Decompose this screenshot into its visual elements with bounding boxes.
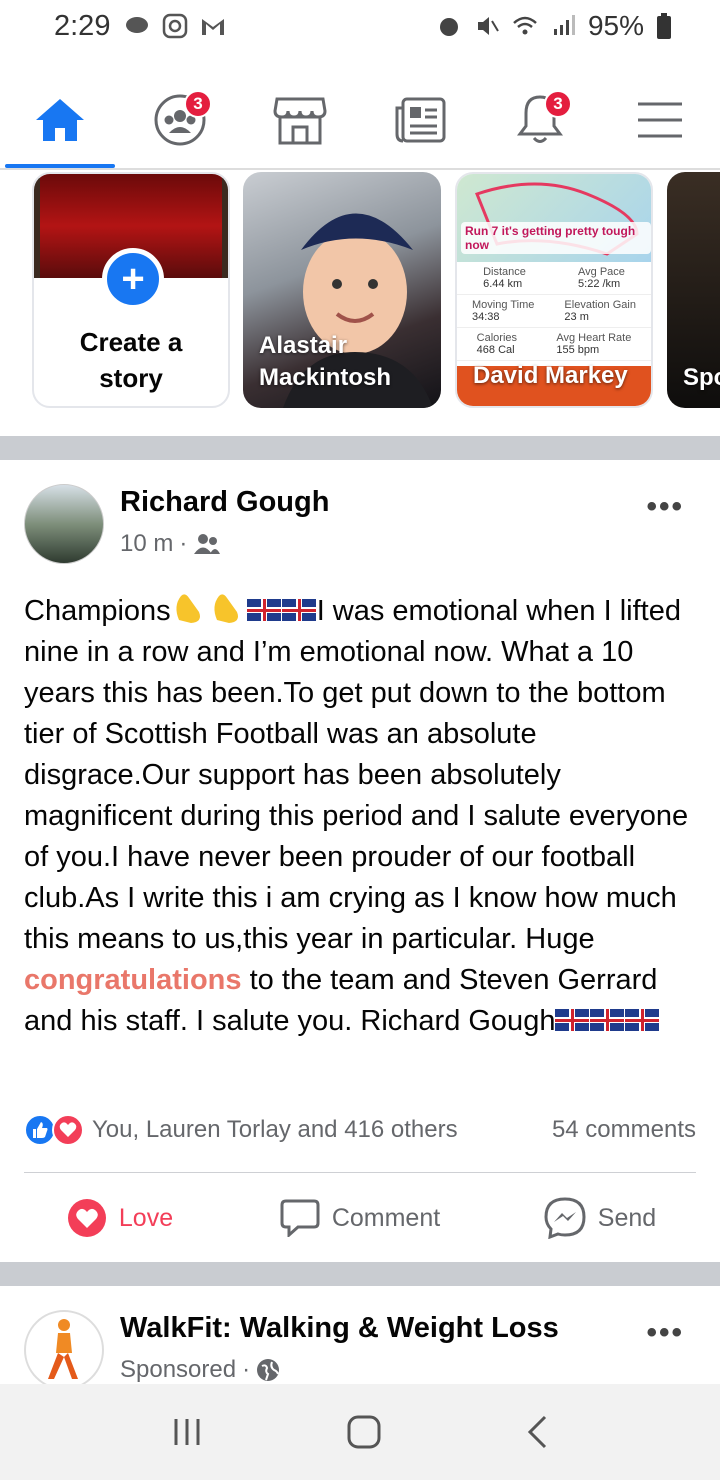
comments-count[interactable]: 54 comments bbox=[552, 1116, 696, 1144]
top-navigation: 3 3 bbox=[0, 70, 720, 170]
uk-flag-icon bbox=[590, 1009, 625, 1031]
story-run-map: Run 7 it's getting pretty tough now bbox=[457, 174, 651, 262]
story-card[interactable]: Spo bbox=[667, 172, 720, 408]
battery-icon bbox=[657, 13, 671, 39]
post-text: Champions I was emotional when I lifted n… bbox=[0, 568, 720, 1042]
alarm-icon bbox=[439, 18, 458, 36]
comment-button[interactable]: Comment bbox=[240, 1192, 480, 1244]
groups-badge: 3 bbox=[184, 90, 212, 118]
author-avatar[interactable] bbox=[24, 484, 104, 564]
instagram-icon bbox=[163, 13, 188, 39]
signal-icon bbox=[553, 15, 575, 35]
reactions-text: You, Lauren Torlay and 416 others bbox=[92, 1116, 458, 1143]
tab-notifications[interactable]: 3 bbox=[500, 90, 580, 150]
home-icon bbox=[36, 99, 84, 141]
sponsored-meta: Sponsored · bbox=[120, 1356, 280, 1384]
comment-bubble-icon bbox=[280, 1199, 320, 1237]
reaction-icons bbox=[24, 1114, 84, 1146]
love-button[interactable]: Love bbox=[0, 1192, 240, 1244]
send-button[interactable]: Send bbox=[480, 1192, 720, 1244]
story-caption: Run 7 it's getting pretty tough now bbox=[461, 222, 651, 254]
globe-icon bbox=[257, 1359, 280, 1381]
run-stats-row: Calories 468 Cal Avg Heart Rate 155 bpm bbox=[457, 328, 651, 361]
post-options-button[interactable]: ••• bbox=[646, 490, 684, 524]
advertiser-name[interactable]: WalkFit: Walking & Weight Loss bbox=[120, 1312, 559, 1345]
post-actions: Love Comment Send bbox=[0, 1192, 720, 1244]
clapping-hands-icon bbox=[176, 594, 200, 623]
story-card[interactable]: Run 7 it's getting pretty tough now Dist… bbox=[455, 172, 653, 408]
tab-news[interactable] bbox=[380, 90, 460, 150]
post-author[interactable]: Richard Gough bbox=[120, 486, 329, 519]
news-icon bbox=[395, 97, 446, 143]
uk-flag-icon bbox=[625, 1009, 660, 1031]
clapping-hands-icon bbox=[214, 594, 238, 623]
walking-woman-icon bbox=[48, 1319, 78, 1379]
tab-groups[interactable]: 3 bbox=[140, 90, 220, 150]
love-reaction-icon bbox=[52, 1114, 84, 1146]
chat-bubble-icon bbox=[126, 17, 149, 33]
marketplace-icon bbox=[273, 97, 327, 145]
mute-icon bbox=[477, 17, 499, 35]
uk-flag-icon bbox=[281, 599, 316, 621]
stories-tray: + Create a story Alastair Mackintosh Run… bbox=[0, 172, 720, 434]
create-story-card[interactable]: + Create a story bbox=[32, 172, 230, 408]
status-time: 2:29 bbox=[54, 9, 111, 42]
gmail-icon bbox=[202, 19, 225, 35]
create-story-label: Create a story bbox=[79, 327, 183, 393]
status-notification-icons bbox=[124, 13, 226, 39]
meta-dot: · bbox=[242, 1356, 251, 1383]
run-stats-row: Distance 6.44 km Avg Pace 5:22 /km bbox=[457, 262, 651, 295]
tab-home[interactable] bbox=[5, 90, 115, 168]
tab-menu[interactable] bbox=[620, 90, 700, 150]
feed-post: Richard Gough 10 m · ••• Champions I was … bbox=[0, 460, 720, 1239]
system-navigation-bar bbox=[0, 1384, 720, 1480]
back-icon[interactable] bbox=[525, 1414, 549, 1450]
feed-divider bbox=[0, 436, 720, 460]
plus-icon: + bbox=[102, 248, 164, 310]
messenger-icon bbox=[544, 1197, 586, 1239]
reactions-summary[interactable]: You, Lauren Torlay and 416 others 54 com… bbox=[24, 1110, 696, 1150]
home-button-icon[interactable] bbox=[346, 1414, 382, 1450]
feed-divider bbox=[0, 1262, 720, 1286]
meta-dot: · bbox=[179, 530, 188, 557]
story-author-name: Alastair Mackintosh bbox=[259, 332, 392, 391]
story-card[interactable]: Alastair Mackintosh bbox=[243, 172, 441, 408]
post-actions-divider bbox=[24, 1172, 696, 1173]
love-heart-icon bbox=[67, 1199, 106, 1237]
sponsored-label: Sponsored bbox=[120, 1356, 237, 1383]
notifications-badge: 3 bbox=[544, 90, 572, 118]
post-header: Richard Gough 10 m · ••• bbox=[0, 460, 720, 568]
uk-flag-icon bbox=[246, 599, 281, 621]
hamburger-menu-icon bbox=[638, 102, 682, 138]
run-stats-row: Moving Time 34:38 Elevation Gain 23 m bbox=[457, 295, 651, 328]
post-meta: 10 m · bbox=[120, 530, 221, 558]
advertiser-avatar[interactable] bbox=[24, 1310, 104, 1390]
post-options-button[interactable]: ••• bbox=[646, 1316, 684, 1350]
highlighted-word[interactable]: congratulations bbox=[24, 964, 242, 996]
story-author-name: David Markey bbox=[473, 362, 628, 389]
status-bar: 2:29 95% bbox=[0, 0, 720, 52]
friends-audience-icon bbox=[194, 534, 221, 554]
status-system-icons: 95% bbox=[436, 10, 672, 42]
sponsored-post: WalkFit: Walking & Weight Loss Sponsored… bbox=[0, 1286, 720, 1390]
wifi-icon bbox=[513, 16, 537, 35]
uk-flag-icon bbox=[555, 1009, 590, 1031]
recent-apps-icon[interactable] bbox=[171, 1416, 203, 1448]
tab-marketplace[interactable] bbox=[260, 90, 340, 150]
post-time[interactable]: 10 m bbox=[120, 530, 173, 558]
story-author-name: Spo bbox=[683, 364, 720, 391]
battery-percent: 95% bbox=[587, 10, 644, 41]
